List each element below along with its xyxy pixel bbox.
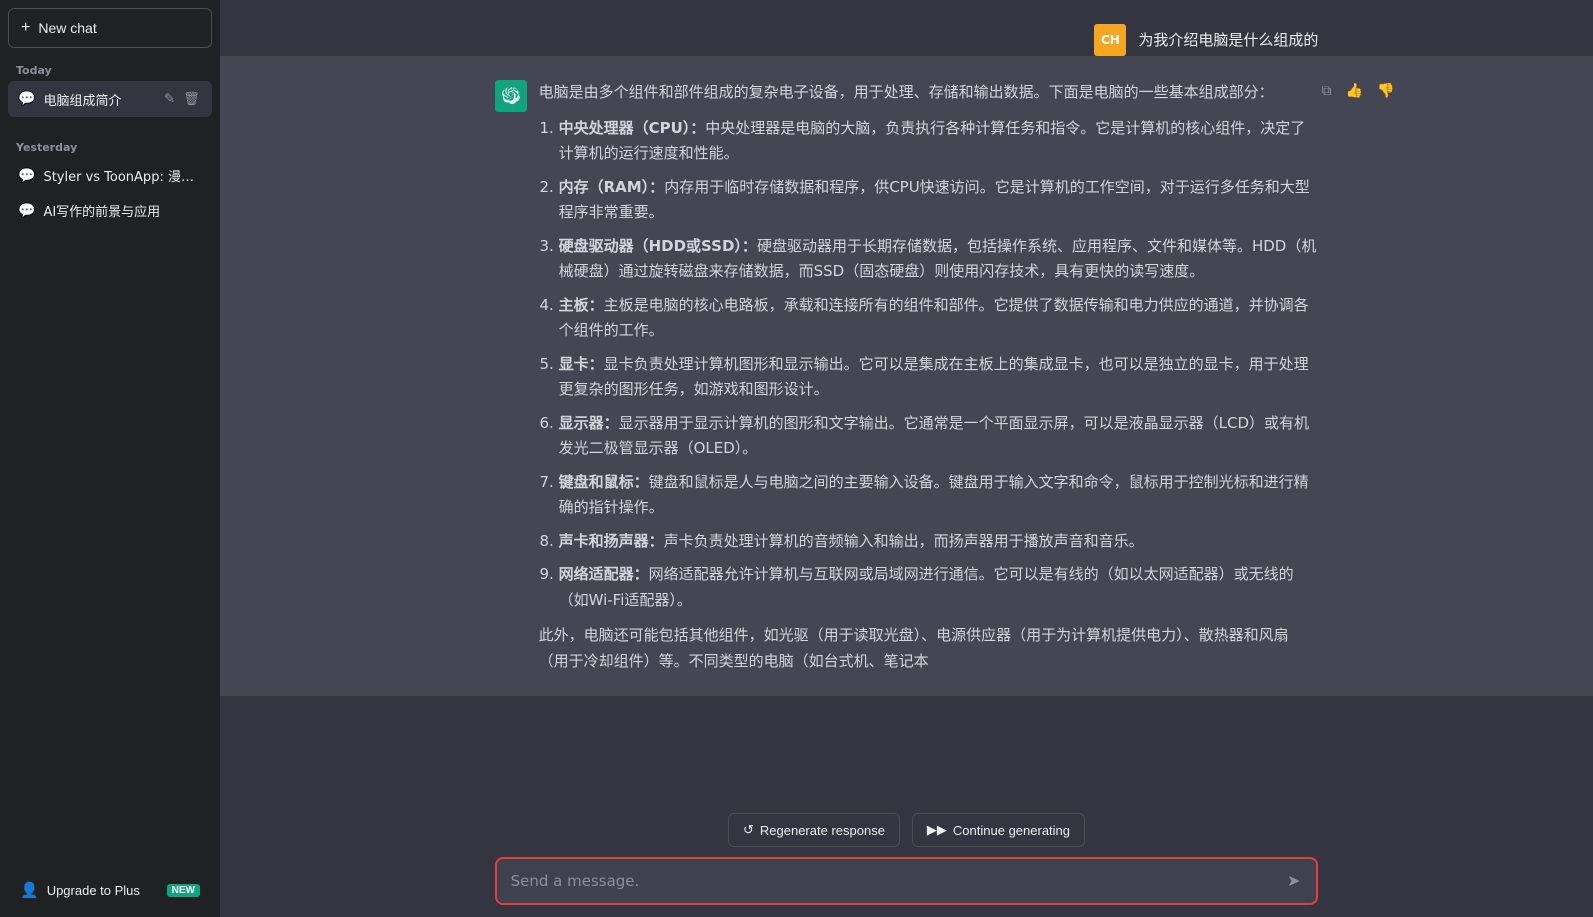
assistant-message-row: 电脑是由多个组件和部件组成的复杂电子设备，用于处理、存储和输出数据。下面是电脑的… — [220, 56, 1593, 696]
list-item: 声卡和扬声器：声卡负责处理计算机的音频输入和输出，而扬声器用于播放声音和音乐。 — [559, 529, 1319, 555]
new-chat-button[interactable]: + New chat — [8, 8, 212, 48]
chat-icon: 💬 — [18, 91, 35, 107]
continue-icon: ▶▶ — [927, 822, 947, 838]
yesterday-section: Yesterday 💬 Styler vs ToonApp: 漫画脸优... 💬… — [8, 133, 212, 228]
user-icon: 👤 — [20, 881, 39, 899]
thumbdown-button[interactable]: 👎 — [1373, 80, 1398, 101]
chat-label: 电脑组成简介 — [43, 90, 161, 109]
list-item: 显卡：显卡负责处理计算机图形和显示输出。它可以是集成在主板上的集成显卡，也可以是… — [559, 352, 1319, 403]
user-avatar: CH — [1094, 24, 1126, 56]
user-bubble: CH 为我介绍电脑是什么组成的 — [1094, 24, 1318, 56]
today-section: Today 💬 电脑组成简介 ✎ 🗑 — [8, 56, 212, 117]
list-item: 内存（RAM）：内存用于临时存储数据和程序，供CPU快速访问。它是计算机的工作空… — [559, 175, 1319, 226]
sidebar-item-chat-3[interactable]: 💬 AI写作的前景与应用 — [8, 193, 212, 228]
regenerate-icon: ↺ — [743, 822, 754, 838]
user-message-text: 为我介绍电脑是什么组成的 — [1138, 24, 1318, 52]
upgrade-label: Upgrade to Plus — [47, 883, 140, 898]
assistant-footer: 此外，电脑还可能包括其他组件，如光驱（用于读取光盘）、电源供应器（用于为计算机提… — [539, 623, 1319, 674]
copy-button[interactable]: ⧉ — [1318, 80, 1336, 101]
regenerate-label: Regenerate response — [760, 823, 885, 838]
new-badge: NEW — [167, 884, 200, 897]
message-actions: ⧉ 👍 👎 — [1318, 80, 1399, 101]
chat-area: CH 为我介绍电脑是什么组成的 电脑是由多个组件和部件组成的复杂电子设备，用于处… — [220, 0, 1593, 801]
continue-button[interactable]: ▶▶ Continue generating — [912, 813, 1085, 847]
sidebar-item-chat-2[interactable]: 💬 Styler vs ToonApp: 漫画脸优... — [8, 158, 212, 193]
sidebar-bottom: 👤 Upgrade to Plus NEW — [8, 871, 212, 909]
chat-icon-2: 💬 — [18, 168, 35, 184]
user-message-row: CH 为我介绍电脑是什么组成的 — [220, 0, 1593, 56]
sidebar-item-chat-1[interactable]: 💬 电脑组成简介 ✎ 🗑 — [8, 81, 212, 117]
bottom-bar: ↺ Regenerate response ▶▶ Continue genera… — [220, 801, 1593, 917]
main-content: CH 为我介绍电脑是什么组成的 电脑是由多个组件和部件组成的复杂电子设备，用于处… — [220, 0, 1593, 917]
chat-icon-3: 💬 — [18, 203, 35, 219]
list-item: 键盘和鼠标：键盘和鼠标是人与电脑之间的主要输入设备。键盘用于输入文字和命令，鼠标… — [559, 470, 1319, 521]
thumbup-button[interactable]: 👍 — [1342, 80, 1367, 101]
edit-chat-button[interactable]: ✎ — [162, 89, 177, 109]
chat-label-2: Styler vs ToonApp: 漫画脸优... — [43, 166, 202, 185]
list-item: 中央处理器（CPU）：中央处理器是电脑的大脑，负责执行各种计算任务和指令。它是计… — [559, 116, 1319, 167]
new-chat-label: New chat — [38, 20, 96, 36]
message-input-row: ➤ — [495, 857, 1319, 905]
assistant-response-text: 电脑是由多个组件和部件组成的复杂电子设备，用于处理、存储和输出数据。下面是电脑的… — [539, 80, 1319, 684]
continue-label: Continue generating — [953, 823, 1070, 838]
list-item: 硬盘驱动器（HDD或SSD）：硬盘驱动器用于长期存储数据，包括操作系统、应用程序… — [559, 234, 1319, 285]
message-input[interactable] — [511, 872, 1285, 890]
list-item: 主板：主板是电脑的核心电路板，承载和连接所有的组件和部件。它提供了数据传输和电力… — [559, 293, 1319, 344]
today-label: Today — [8, 56, 212, 81]
action-buttons: ↺ Regenerate response ▶▶ Continue genera… — [495, 813, 1319, 847]
yesterday-label: Yesterday — [8, 133, 212, 158]
sidebar: + New chat Today 💬 电脑组成简介 ✎ 🗑 Yesterday … — [0, 0, 220, 917]
assistant-bubble: 电脑是由多个组件和部件组成的复杂电子设备，用于处理、存储和输出数据。下面是电脑的… — [495, 80, 1319, 684]
assistant-avatar — [495, 80, 527, 112]
list-item: 网络适配器：网络适配器允许计算机与互联网或局域网进行通信。它可以是有线的（如以太… — [559, 562, 1319, 613]
regenerate-button[interactable]: ↺ Regenerate response — [728, 813, 900, 847]
chat-item-actions: ✎ 🗑 — [162, 89, 202, 109]
assistant-intro: 电脑是由多个组件和部件组成的复杂电子设备，用于处理、存储和输出数据。下面是电脑的… — [539, 80, 1319, 106]
chat-label-3: AI写作的前景与应用 — [43, 201, 202, 220]
plus-icon: + — [21, 19, 30, 37]
assistant-list: 中央处理器（CPU）：中央处理器是电脑的大脑，负责执行各种计算任务和指令。它是计… — [559, 116, 1319, 614]
send-icon: ➤ — [1287, 871, 1300, 891]
upgrade-to-plus-button[interactable]: 👤 Upgrade to Plus NEW — [8, 871, 212, 909]
list-item: 显示器：显示器用于显示计算机的图形和文字输出。它通常是一个平面显示屏，可以是液晶… — [559, 411, 1319, 462]
send-button[interactable]: ➤ — [1285, 869, 1302, 893]
delete-chat-button[interactable]: 🗑 — [181, 89, 202, 109]
